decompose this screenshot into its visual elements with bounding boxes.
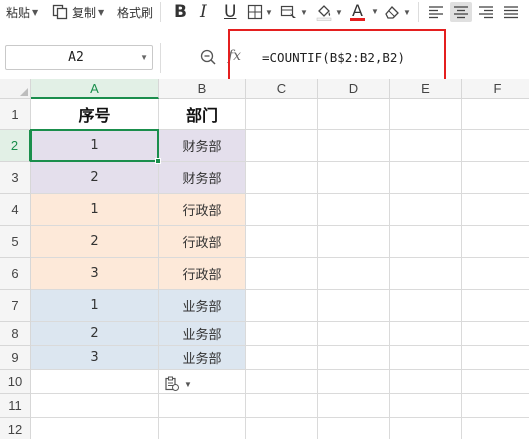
cell-a12[interactable]: [31, 418, 159, 439]
row-header-4[interactable]: 4: [0, 194, 31, 226]
fill-color-button[interactable]: ▼: [315, 0, 343, 24]
justify-icon: [504, 6, 518, 19]
cell-b8[interactable]: 业务部: [159, 322, 246, 346]
chevron-down-icon: ▼: [265, 7, 273, 17]
cell-a4[interactable]: 1: [31, 194, 159, 226]
row-header-2[interactable]: 2: [0, 130, 31, 162]
cell-a2[interactable]: 1: [31, 130, 159, 162]
copy-icon: [52, 4, 68, 20]
row-header-11[interactable]: 11: [0, 394, 31, 418]
align-right-icon: [479, 6, 493, 19]
paste-options-icon: [165, 376, 179, 391]
formula-bar-divider: [160, 43, 161, 73]
toolbar-divider: [160, 2, 161, 22]
column-header-d[interactable]: D: [318, 79, 390, 99]
toolbar-divider: [418, 2, 419, 22]
row-header-6[interactable]: 6: [0, 258, 31, 290]
chevron-down-icon: ▼: [184, 379, 192, 389]
font-color-swatch: [350, 18, 365, 21]
cell-b12[interactable]: [159, 418, 246, 439]
align-center-button[interactable]: [450, 2, 472, 22]
formula-input[interactable]: =COUNTIF(B$2:B2,B2): [262, 50, 405, 65]
fx-icon[interactable]: fx: [228, 48, 241, 64]
chevron-down-icon: ▼: [300, 7, 308, 17]
name-box-value: A2: [68, 50, 84, 65]
column-header-e[interactable]: E: [390, 79, 462, 99]
paste-label: 粘贴: [6, 5, 31, 20]
align-left-icon: [429, 6, 443, 19]
row-header-10[interactable]: 10: [0, 370, 31, 394]
copy-button[interactable]: 复制 ▼: [52, 0, 104, 24]
bold-icon: B: [174, 1, 187, 22]
format-painter-button[interactable]: 格式刷: [117, 0, 153, 24]
column-header-b[interactable]: B: [159, 79, 246, 99]
zoom-out-icon[interactable]: [200, 49, 216, 65]
justify-button[interactable]: [503, 0, 519, 24]
column-header-f[interactable]: F: [462, 79, 529, 99]
cell-b2[interactable]: 财务部: [159, 130, 246, 162]
cell-b4[interactable]: 行政部: [159, 194, 246, 226]
column-header-c[interactable]: C: [246, 79, 318, 99]
cell-a7[interactable]: 1: [31, 290, 159, 322]
row-header-7[interactable]: 7: [0, 290, 31, 322]
row-header-8[interactable]: 8: [0, 322, 31, 346]
align-right-button[interactable]: [478, 0, 494, 24]
cell-a6[interactable]: 3: [31, 258, 159, 290]
cell-b11[interactable]: [159, 394, 246, 418]
chevron-down-icon: ▼: [335, 7, 343, 17]
cell-a3[interactable]: 2: [31, 162, 159, 194]
copy-label: 复制: [72, 5, 97, 20]
font-color-icon: A: [352, 1, 363, 20]
align-center-icon: [454, 6, 468, 19]
font-color-dropdown[interactable]: ▼: [371, 7, 379, 16]
row-header-12[interactable]: 12: [0, 418, 31, 439]
row-header-3[interactable]: 3: [0, 162, 31, 194]
underline-icon: U: [224, 1, 237, 22]
name-box[interactable]: A2 ▼: [5, 45, 153, 70]
spreadsheet-grid: A B C D E F 1 2 3 4 5 6 7 8 9 10 11 12 序…: [0, 79, 529, 439]
row-header-9[interactable]: 9: [0, 346, 31, 370]
clear-button[interactable]: ▼: [383, 0, 411, 24]
fill-handle[interactable]: [155, 158, 161, 164]
italic-button[interactable]: I: [200, 0, 207, 24]
align-left-button[interactable]: [428, 0, 444, 24]
row-header-5[interactable]: 5: [0, 226, 31, 258]
paste-options-button[interactable]: ▼: [164, 375, 194, 393]
cell-b7[interactable]: 业务部: [159, 290, 246, 322]
select-all-triangle-icon: [20, 88, 28, 96]
cell-a11[interactable]: [31, 394, 159, 418]
bold-button[interactable]: B: [174, 0, 187, 24]
row-header-1[interactable]: 1: [0, 99, 31, 130]
borders-icon: [247, 4, 263, 20]
cell-a8[interactable]: 2: [31, 322, 159, 346]
chevron-down-icon: ▼: [98, 7, 105, 17]
chevron-down-icon: ▼: [403, 7, 411, 17]
borders-button[interactable]: ▼: [247, 0, 273, 24]
cell-a1[interactable]: 序号: [31, 99, 159, 130]
empty-cells-grid[interactable]: [246, 99, 529, 439]
cell-b5[interactable]: 行政部: [159, 226, 246, 258]
cell-a5[interactable]: 2: [31, 226, 159, 258]
italic-icon: I: [200, 1, 207, 22]
paste-button[interactable]: 粘贴 ▼: [6, 0, 38, 24]
cell-b9[interactable]: 业务部: [159, 346, 246, 370]
cell-b3[interactable]: 财务部: [159, 162, 246, 194]
cell-a10[interactable]: [31, 370, 159, 394]
underline-button[interactable]: U: [224, 0, 236, 24]
format-painter-label: 格式刷: [117, 5, 154, 20]
ribbon-toolbar: 粘贴 ▼ 复制 ▼ 格式刷 B I U ▼ ▼ ▼ A ▼ ▼: [0, 0, 529, 28]
font-color-button[interactable]: A: [350, 0, 365, 24]
cell-b1[interactable]: 部门: [159, 99, 246, 130]
chevron-down-icon: ▼: [32, 7, 39, 17]
select-all-corner[interactable]: [0, 79, 31, 99]
format-cells-icon: [280, 5, 296, 18]
fill-bucket-icon: [316, 5, 332, 21]
eraser-icon: [385, 6, 399, 19]
cell-b6[interactable]: 行政部: [159, 258, 246, 290]
cell-format-button[interactable]: ▼: [280, 0, 308, 24]
column-header-a[interactable]: A: [31, 79, 159, 99]
cell-a9[interactable]: 3: [31, 346, 159, 370]
chevron-down-icon[interactable]: ▼: [140, 53, 148, 62]
